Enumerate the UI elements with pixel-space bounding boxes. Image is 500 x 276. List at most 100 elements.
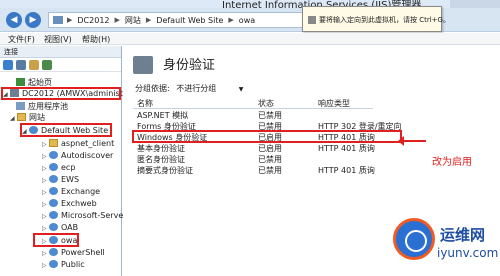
- window-controls[interactable]: [450, 0, 500, 8]
- tree-item-owa[interactable]: ▷ owa: [42, 235, 77, 246]
- server-icon: [10, 89, 19, 97]
- tree-label: 网站: [29, 113, 45, 122]
- tree-label: Public: [61, 260, 85, 269]
- tree-item-sites[interactable]: ◢ 网站: [10, 112, 45, 123]
- authentication-icon: [133, 56, 153, 74]
- annotation-text: 改为启用: [432, 157, 472, 168]
- tree-item-exchange[interactable]: ▷ Exchange: [42, 186, 100, 197]
- tree-item-ecp[interactable]: ▷ ecp: [42, 162, 75, 173]
- refresh-icon[interactable]: [42, 59, 52, 70]
- tree-item-ews[interactable]: ▷ EWS: [42, 174, 79, 185]
- tree-label: Exchweb: [61, 199, 97, 208]
- save-icon[interactable]: [16, 59, 26, 70]
- cell-name: 摘要式身份验证: [137, 166, 193, 175]
- table-row[interactable]: Forms 身份验证 已禁用 HTTP 302 登录/重定向: [133, 120, 402, 131]
- tree-label: PowerShell: [61, 248, 105, 257]
- annotation-arrow: [398, 136, 426, 146]
- tree-item-app-pools[interactable]: 应用程序池: [16, 101, 68, 112]
- chevron-right-icon: ▶: [145, 16, 152, 24]
- connections-panel: 连接 起始页 ◢ DC2012 (AMWX\administra 应用程序池 ◢ 网…: [0, 46, 131, 276]
- server-icon: [53, 16, 63, 24]
- tree-label: 起始页: [28, 78, 52, 87]
- expand-icon[interactable]: ▷: [42, 260, 49, 271]
- table-row[interactable]: 摘要式身份验证 已禁用 HTTP 401 质询: [133, 164, 375, 175]
- tree-item-autodiscover[interactable]: ▷ Autodiscover: [42, 150, 113, 161]
- expand-icon[interactable]: ▷: [42, 151, 49, 162]
- menu-help[interactable]: 帮助(H): [82, 34, 110, 45]
- chevron-right-icon: ▶: [228, 16, 234, 24]
- tree-item-microsoft-server[interactable]: ▷ Microsoft-Server: [42, 210, 127, 221]
- collapse-icon[interactable]: ◢: [3, 89, 10, 100]
- expand-icon[interactable]: ▷: [42, 175, 49, 186]
- menu-file[interactable]: 文件(F): [8, 34, 35, 45]
- globe-icon: [49, 248, 58, 256]
- chevron-down-icon[interactable]: ▼: [239, 86, 244, 93]
- tree-item-powershell[interactable]: ▷ PowerShell: [42, 247, 105, 258]
- tree-label: Autodiscover: [61, 151, 114, 160]
- folder-up-icon[interactable]: [29, 59, 39, 70]
- connections-toolbar: [0, 58, 121, 72]
- tree-item-aspnet-client[interactable]: ▷ aspnet_client: [42, 138, 114, 149]
- watermark-url: iyunv.com: [437, 246, 499, 260]
- connect-icon[interactable]: [3, 59, 13, 70]
- tree-label: OAB: [61, 223, 79, 232]
- tree-label: Microsoft-Server: [61, 211, 127, 220]
- globe-icon: [29, 126, 38, 134]
- column-header-status[interactable]: 状态: [258, 98, 274, 109]
- expand-icon[interactable]: ▷: [42, 139, 49, 150]
- column-header-response[interactable]: 响应类型: [318, 98, 350, 109]
- table-row[interactable]: 基本身份验证 已启用 HTTP 401 质询: [133, 142, 375, 153]
- breadcrumb-item-default-site[interactable]: Default Web Site: [156, 16, 223, 25]
- table-row[interactable]: 匿名身份验证 已禁用: [133, 153, 373, 164]
- vm-input-tooltip: 要将输入定向到此虚拟机，请按 Ctrl+G。: [302, 6, 450, 32]
- expand-icon[interactable]: ▷: [42, 248, 49, 259]
- breadcrumb-item-sites[interactable]: 网站: [125, 15, 141, 26]
- cell-status: 已禁用: [258, 166, 282, 175]
- expand-icon[interactable]: ▷: [42, 211, 49, 222]
- breadcrumb-item-server[interactable]: DC2012: [77, 16, 109, 25]
- collapse-icon[interactable]: ◢: [10, 113, 17, 124]
- folder-icon: [49, 139, 58, 147]
- tree-item-default-web-site[interactable]: ◢ Default Web Site: [22, 125, 108, 136]
- tree-label: Default Web Site: [41, 126, 109, 135]
- tree-label: EWS: [61, 175, 80, 184]
- tree-label: 应用程序池: [28, 102, 68, 111]
- expand-icon[interactable]: ▷: [42, 223, 49, 234]
- expand-icon[interactable]: ▷: [42, 199, 49, 210]
- info-icon: [308, 16, 316, 24]
- expand-icon[interactable]: ▷: [42, 163, 49, 174]
- globe-icon: [49, 163, 58, 171]
- table-header: 名称 状态 响应类型: [133, 97, 373, 109]
- globe-icon: [49, 151, 58, 159]
- table-row[interactable]: ASP.NET 模拟 已禁用: [133, 109, 373, 120]
- tree-label: owa: [61, 236, 78, 245]
- tree-item-server[interactable]: ◢ DC2012 (AMWX\administra: [3, 88, 131, 99]
- tree-item-public[interactable]: ▷ Public: [42, 259, 85, 270]
- expand-icon[interactable]: ▷: [42, 236, 49, 247]
- chevron-right-icon: ▶: [67, 16, 73, 24]
- collapse-icon[interactable]: ◢: [22, 126, 29, 137]
- tree-item-exchweb[interactable]: ▷ Exchweb: [42, 198, 97, 209]
- menu-view[interactable]: 视图(V): [44, 34, 72, 45]
- breadcrumb-item-owa[interactable]: owa: [239, 16, 255, 25]
- table-row-windows-auth[interactable]: Windows 身份验证 已启用 HTTP 401 质询: [133, 131, 375, 142]
- tree-item-oab[interactable]: ▷ OAB: [42, 222, 78, 233]
- page-title: 身份验证: [163, 58, 216, 73]
- group-by-label: 分组依据:: [135, 84, 170, 93]
- expand-icon[interactable]: ▷: [42, 187, 49, 198]
- watermark-name: 运维网: [440, 226, 486, 244]
- forward-button[interactable]: ▶: [25, 12, 41, 28]
- tree-label: DC2012 (AMWX\administra: [22, 89, 132, 98]
- watermark-logo: [393, 218, 435, 260]
- group-by-control[interactable]: 分组依据: 不进行分组 ▼: [135, 83, 243, 94]
- column-header-name[interactable]: 名称: [137, 98, 153, 109]
- auth-table: 名称 状态 响应类型 ASP.NET 模拟 已禁用 Forms 身份验证 已禁用…: [133, 97, 402, 175]
- globe-icon: [49, 199, 58, 207]
- back-button[interactable]: ◀: [6, 12, 22, 28]
- globe-icon: [49, 236, 58, 244]
- globe-icon: [49, 175, 58, 183]
- app-pool-icon: [16, 102, 25, 110]
- group-by-value[interactable]: 不进行分组: [176, 84, 216, 93]
- tree-item-start-page[interactable]: 起始页: [16, 77, 52, 88]
- connections-header: 连接: [0, 46, 121, 58]
